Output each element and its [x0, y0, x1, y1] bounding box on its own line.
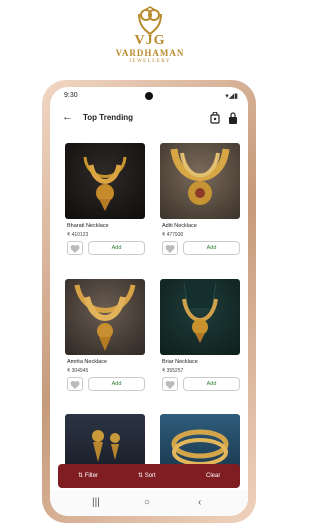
wishlist-heart-icon[interactable] — [67, 241, 83, 255]
product-name: Aditi Necklace — [162, 223, 197, 229]
sort-label: Sort — [144, 473, 156, 479]
lock-icon[interactable] — [228, 111, 238, 129]
status-bar: 9:30 ▾◢▮ — [50, 87, 248, 105]
filter-sort-bar: ⇅ Filter ⇅ Sort Clear — [58, 464, 240, 488]
add-button[interactable]: Add — [183, 377, 240, 391]
front-camera — [145, 92, 153, 100]
home-icon[interactable]: ○ — [144, 497, 150, 508]
filter-icon: ⇅ — [78, 473, 84, 479]
jewellery-logo-icon — [133, 6, 167, 36]
brand-letters: VJG — [134, 33, 166, 48]
product-image[interactable] — [65, 414, 145, 470]
status-icons: ▾◢▮ — [225, 93, 238, 100]
clear-button[interactable]: Clear — [206, 464, 220, 488]
recents-icon[interactable]: ||| — [92, 497, 100, 508]
back-icon[interactable]: ‹ — [198, 497, 201, 508]
add-button[interactable]: Add — [183, 241, 240, 255]
product-image[interactable] — [65, 143, 145, 219]
shopping-bag-icon[interactable] — [210, 111, 220, 129]
sort-button[interactable]: ⇅ Sort — [138, 464, 156, 488]
product-price: ₹ 355257 — [162, 368, 184, 374]
page-title: Top Trending — [83, 113, 134, 122]
brand-name: VARDHAMAN — [115, 48, 185, 58]
sort-icon: ⇅ — [138, 473, 144, 479]
product-price: ₹ 410123 — [67, 232, 89, 238]
product-card[interactable]: Aditi Necklace ₹ 477930 Add — [160, 143, 240, 255]
product-card[interactable]: Amrita Necklace ₹ 304945 Add — [65, 279, 145, 391]
product-name: Briar Necklace — [162, 359, 198, 365]
arrow-left-icon[interactable]: ← — [62, 111, 73, 123]
product-image[interactable] — [65, 279, 145, 355]
product-image[interactable] — [160, 414, 240, 470]
add-button[interactable]: Add — [88, 377, 145, 391]
brand-subtitle: JEWELLERY — [128, 59, 172, 64]
top-app-bar: ← Top Trending — [50, 107, 248, 127]
product-image[interactable] — [160, 143, 240, 219]
product-image[interactable] — [160, 279, 240, 355]
product-card[interactable]: Bharati Necklace ₹ 410123 Add — [65, 143, 145, 255]
product-card[interactable]: Briar Necklace ₹ 355257 Add — [160, 279, 240, 391]
product-name: Amrita Necklace — [67, 359, 108, 365]
product-price: ₹ 304945 — [67, 368, 89, 374]
brand-logo: VJG VARDHAMAN JEWELLERY — [0, 6, 300, 65]
product-name: Bharati Necklace — [67, 223, 109, 229]
product-price: ₹ 477930 — [162, 232, 184, 238]
filter-button[interactable]: ⇅ Filter — [78, 464, 98, 488]
wishlist-heart-icon[interactable] — [67, 377, 83, 391]
filter-label: Filter — [84, 473, 99, 479]
status-time: 9:30 — [64, 92, 78, 99]
wishlist-heart-icon[interactable] — [162, 241, 178, 255]
app-screen: 9:30 ▾◢▮ ← Top Trending Bharati Necklace… — [50, 87, 248, 516]
system-navigation-bar: ||| ○ ‹ — [50, 490, 248, 516]
wishlist-heart-icon[interactable] — [162, 377, 178, 391]
add-button[interactable]: Add — [88, 241, 145, 255]
